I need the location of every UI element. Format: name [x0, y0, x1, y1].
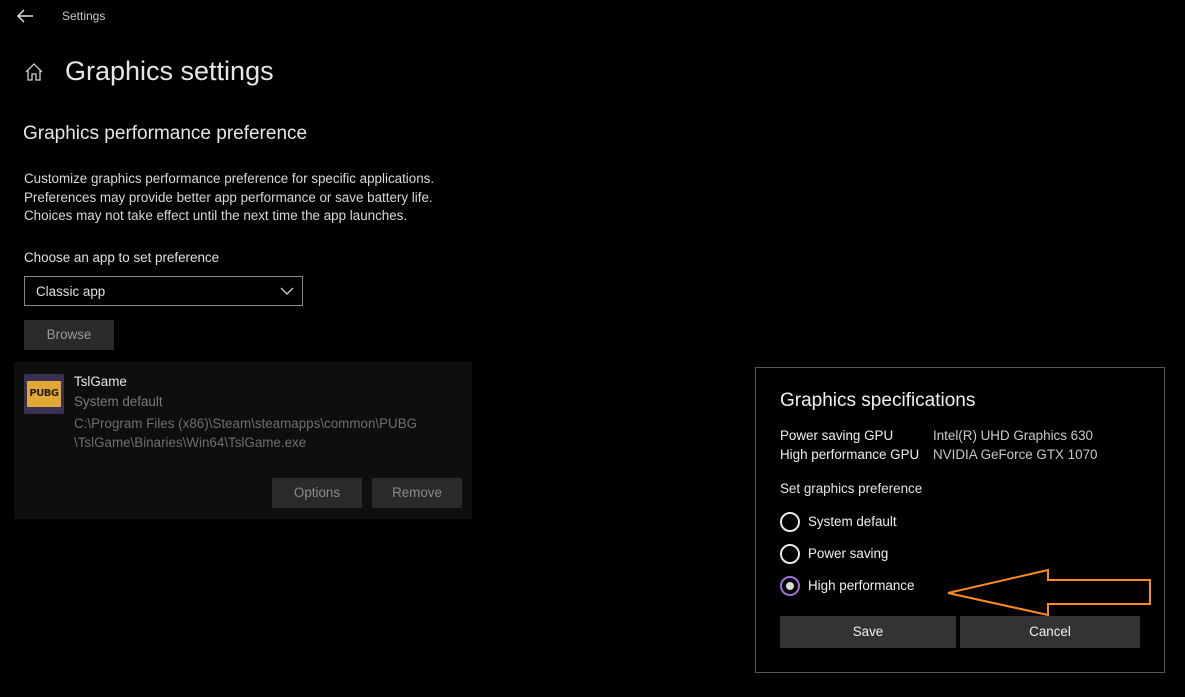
spec-label-power-saving: Power saving GPU [780, 428, 894, 443]
section-description: Customize graphics performance preferenc… [24, 170, 464, 226]
save-button[interactable]: Save [780, 616, 956, 648]
description-line: Choices may not take effect until the ne… [24, 208, 408, 223]
app-path-line: \TslGame\Binaries\Win64\TslGame.exe [74, 434, 307, 450]
app-name: TslGame [74, 374, 127, 389]
app-path-line: C:\Program Files (x86)\Steam\steamapps\c… [74, 416, 418, 431]
set-preference-label: Set graphics preference [780, 481, 923, 496]
section-title: Graphics performance preference [23, 123, 308, 144]
pubg-app-icon: PUBG [24, 374, 64, 414]
browse-button[interactable]: Browse [24, 320, 114, 350]
chevron-down-icon [280, 287, 294, 295]
radio-label: Power saving [808, 546, 889, 561]
description-line: Preferences may provide better app perfo… [24, 189, 433, 205]
window-title: Settings [62, 9, 106, 23]
app-path: C:\Program Files (x86)\Steam\steamapps\c… [74, 415, 454, 452]
dropdown-value: Classic app [36, 284, 106, 299]
radio-circle-checked[interactable] [780, 576, 800, 596]
back-arrow-icon[interactable] [14, 6, 36, 26]
radio-label: System default [808, 514, 897, 529]
radio-dot [786, 582, 794, 590]
options-button[interactable]: Options [272, 478, 362, 508]
home-icon[interactable] [24, 62, 44, 82]
spec-value-power-saving: Intel(R) UHD Graphics 630 [933, 428, 1093, 443]
page-title: Graphics settings [65, 56, 274, 86]
radio-circle[interactable] [780, 544, 800, 564]
choose-app-label: Choose an app to set preference [24, 250, 220, 265]
remove-button[interactable]: Remove [372, 478, 462, 508]
spec-label-high-performance: High performance GPU [780, 447, 920, 462]
spec-value-high-performance: NVIDIA GeForce GTX 1070 [933, 447, 1098, 462]
app-list-item[interactable]: PUBG TslGame System default C:\Program F… [14, 362, 472, 519]
app-preference: System default [74, 394, 163, 409]
app-type-dropdown[interactable]: Classic app [24, 276, 303, 306]
annotation-arrow-icon [947, 568, 1151, 617]
app-icon-logo: PUBG [27, 381, 61, 407]
description-line: Customize graphics performance preferenc… [24, 171, 435, 186]
cancel-button[interactable]: Cancel [960, 616, 1140, 648]
graphics-specifications-dialog: Graphics specifications Power saving GPU… [755, 367, 1165, 673]
radio-circle[interactable] [780, 512, 800, 532]
radio-label: High performance [808, 578, 915, 593]
dialog-title: Graphics specifications [780, 390, 976, 411]
